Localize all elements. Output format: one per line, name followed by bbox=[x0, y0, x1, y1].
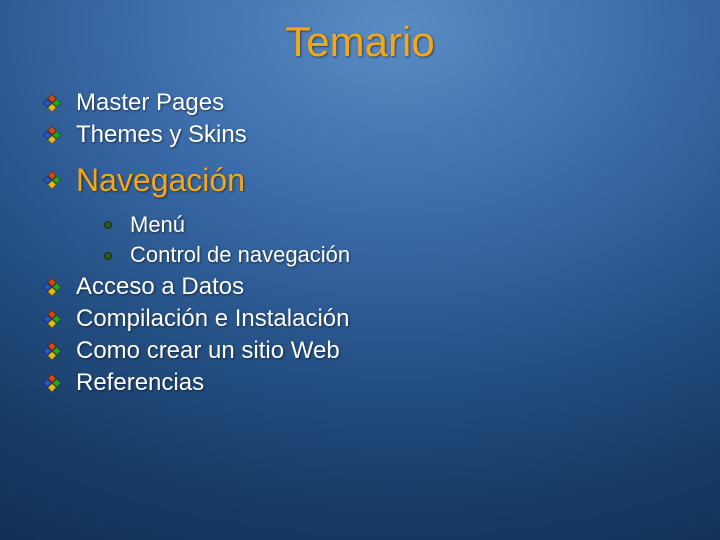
diamond-icon bbox=[42, 170, 62, 190]
slide: Temario Master Pages Themes y Skins Nave… bbox=[0, 0, 720, 540]
sub-item-label: Control de navegación bbox=[130, 241, 350, 270]
diamond-icon bbox=[42, 373, 62, 393]
list-item-label: Master Pages bbox=[76, 88, 224, 118]
sub-item-label: Menú bbox=[130, 211, 185, 240]
list-item-label: Como crear un sitio Web bbox=[76, 336, 340, 366]
diamond-icon bbox=[42, 341, 62, 361]
content-list: Master Pages Themes y Skins Navegación M… bbox=[0, 88, 720, 398]
list-item: Compilación e Instalación bbox=[42, 304, 720, 334]
list-item: Themes y Skins bbox=[42, 120, 720, 150]
list-item-label: Themes y Skins bbox=[76, 120, 247, 150]
sub-list-item: Control de navegación bbox=[104, 241, 720, 270]
list-item-label: Referencias bbox=[76, 368, 204, 398]
list-item-heading: Navegación bbox=[42, 152, 720, 209]
diamond-icon bbox=[42, 125, 62, 145]
diamond-icon bbox=[42, 309, 62, 329]
list-item: Acceso a Datos bbox=[42, 272, 720, 302]
page-title: Temario bbox=[0, 18, 720, 66]
list-item: Master Pages bbox=[42, 88, 720, 118]
diamond-icon bbox=[42, 277, 62, 297]
list-item-label: Compilación e Instalación bbox=[76, 304, 349, 334]
diamond-icon bbox=[42, 93, 62, 113]
dot-icon bbox=[104, 252, 112, 260]
list-item: Como crear un sitio Web bbox=[42, 336, 720, 366]
sub-list-item: Menú bbox=[104, 211, 720, 240]
list-item-label: Acceso a Datos bbox=[76, 272, 244, 302]
dot-icon bbox=[104, 221, 112, 229]
list-item: Referencias bbox=[42, 368, 720, 398]
list-heading-label: Navegación bbox=[76, 158, 245, 203]
